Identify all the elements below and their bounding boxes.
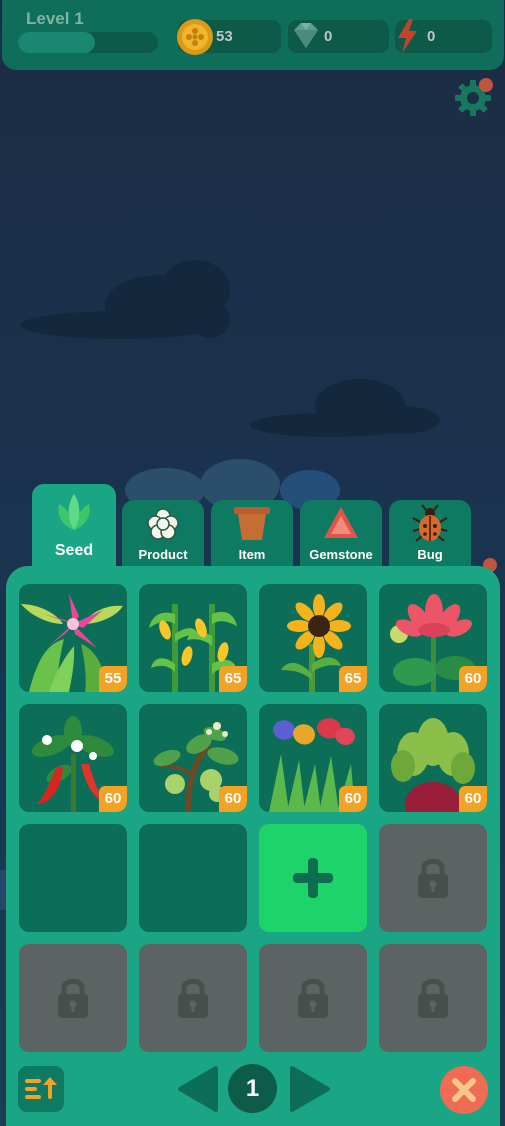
locked-slot — [379, 944, 487, 1052]
energy-count: 0 — [427, 28, 436, 45]
item-count-badge: 60 — [219, 786, 247, 812]
notification-dot — [479, 78, 493, 92]
add-slot-button[interactable] — [259, 824, 367, 932]
xp-progress-bar — [18, 32, 158, 53]
item-count-badge: 60 — [459, 666, 487, 692]
page-number: 1 — [228, 1064, 277, 1113]
beetle-icon — [412, 504, 448, 542]
seed-slot-beetroot[interactable]: 60 — [379, 704, 487, 812]
close-button[interactable] — [440, 1066, 488, 1114]
tab-bug[interactable]: Bug — [389, 500, 471, 576]
tab-gemstone[interactable]: Gemstone — [300, 500, 382, 576]
diamond-icon — [294, 23, 318, 48]
lock-icon — [418, 858, 448, 898]
locked-slot — [139, 944, 247, 1052]
locked-slot — [379, 824, 487, 932]
lock-icon — [298, 978, 328, 1018]
item-count-badge: 65 — [219, 666, 247, 692]
coin-counter[interactable]: 53 — [177, 19, 281, 55]
seed-sprout-icon — [58, 494, 90, 530]
coin-count: 53 — [216, 28, 233, 45]
top-hud: Level 1 53 0 0 — [2, 0, 504, 70]
lightning-icon — [398, 19, 417, 53]
level-label: Level 1 — [26, 9, 84, 28]
arrow-right-icon — [290, 1066, 330, 1112]
item-count-badge: 60 — [339, 786, 367, 812]
energy-counter[interactable]: 0 — [395, 19, 492, 53]
item-count-badge: 60 — [99, 786, 127, 812]
plus-icon — [293, 858, 333, 898]
sort-button[interactable] — [18, 1066, 64, 1112]
tab-gemstone-label: Gemstone — [309, 547, 373, 562]
tab-item-label: Item — [238, 547, 266, 562]
tab-bug-label: Bug — [417, 547, 443, 562]
previous-page-button[interactable] — [176, 1066, 218, 1117]
sort-icon — [25, 1077, 57, 1099]
lock-icon — [418, 978, 448, 1018]
item-count-badge: 65 — [339, 666, 367, 692]
item-count-badge: 60 — [459, 786, 487, 812]
lock-icon — [178, 978, 208, 1018]
coin-icon — [177, 19, 213, 55]
next-page-button[interactable] — [290, 1066, 332, 1117]
locked-slot — [259, 944, 367, 1052]
close-icon — [452, 1078, 476, 1102]
gemstone-icon — [324, 507, 358, 538]
tab-product-label: Product — [138, 547, 188, 562]
empty-slot[interactable] — [139, 824, 247, 932]
empty-slot[interactable] — [19, 824, 127, 932]
arrow-left-icon — [178, 1066, 218, 1112]
seed-slot-tulips[interactable]: 60 — [259, 704, 367, 812]
gear-icon — [455, 78, 493, 116]
settings-button[interactable] — [451, 76, 495, 120]
lock-icon — [58, 978, 88, 1018]
cotton-icon — [147, 508, 179, 540]
seed-slot-lotus[interactable]: 60 — [379, 584, 487, 692]
seed-slot-lily[interactable]: 55 — [19, 584, 127, 692]
seed-slot-hop-plant[interactable]: 60 — [139, 704, 247, 812]
seed-slot-corn[interactable]: 65 — [139, 584, 247, 692]
xp-progress-fill — [18, 32, 95, 53]
flower-pot-icon — [234, 507, 270, 540]
gem-counter[interactable]: 0 — [288, 20, 389, 53]
tab-product[interactable]: Product — [122, 500, 204, 576]
tab-seed[interactable]: Seed — [32, 484, 116, 576]
seed-slot-chili-pepper[interactable]: 60 — [19, 704, 127, 812]
locked-slot — [19, 944, 127, 1052]
tab-seed-label: Seed — [54, 542, 94, 559]
gem-count: 0 — [324, 28, 333, 45]
item-count-badge: 55 — [99, 666, 127, 692]
seed-slot-sunflower[interactable]: 65 — [259, 584, 367, 692]
tab-item[interactable]: Item — [211, 500, 293, 576]
